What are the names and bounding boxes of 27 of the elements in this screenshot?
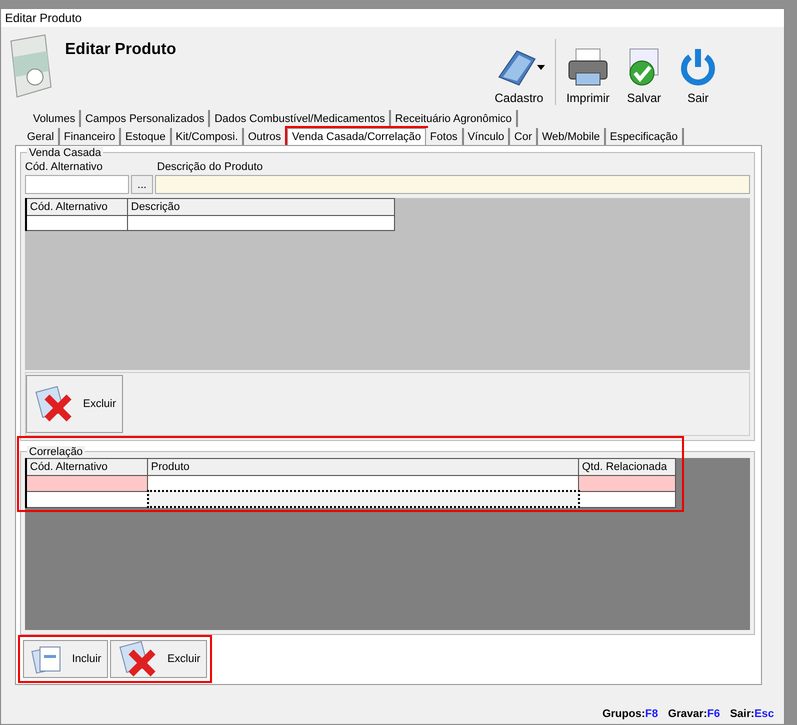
data-grid[interactable]: Cód. Alternativo Descrição bbox=[25, 198, 395, 231]
shortcut-hint: Sair:Esc bbox=[730, 708, 774, 720]
toolbar-button[interactable]: Salvar bbox=[616, 47, 672, 105]
shortcut-hint: Grupos:F8 bbox=[602, 708, 658, 720]
toolbar-button[interactable]: Cadastro bbox=[487, 47, 551, 105]
column-header[interactable]: Descrição bbox=[128, 198, 394, 216]
column-header[interactable]: Cód. Alternativo bbox=[26, 458, 148, 476]
data-grid[interactable]: Cód. Alternativo Produto Qtd. Relacionada bbox=[25, 458, 676, 508]
toolbar-button[interactable]: Sair bbox=[672, 47, 724, 105]
shortcut-hint: Gravar:F6 bbox=[668, 708, 720, 720]
group-title: Correlação bbox=[27, 446, 85, 458]
field-label: Cód. Alternativo bbox=[25, 161, 104, 173]
column-header[interactable]: Cód. Alternativo bbox=[26, 198, 128, 216]
column-header[interactable]: Produto bbox=[148, 458, 578, 476]
toolbar-button[interactable]: Imprimir bbox=[560, 47, 616, 105]
add-button[interactable]: Incluir bbox=[23, 640, 108, 678]
group-title: Venda Casada bbox=[27, 147, 104, 159]
tab[interactable]: Fotos bbox=[426, 128, 464, 145]
lookup-button[interactable]: ... bbox=[131, 175, 153, 194]
delete-button[interactable]: Excluir bbox=[110, 640, 208, 678]
delete-button[interactable]: Excluir bbox=[26, 375, 124, 433]
window-title: Editar Produto bbox=[5, 11, 82, 25]
tab[interactable]: Venda Casada/Correlação bbox=[287, 128, 426, 145]
tab[interactable]: Receituário Agronômico bbox=[391, 110, 518, 127]
column-header[interactable]: Qtd. Relacionada bbox=[578, 458, 676, 476]
page-title: Editar Produto bbox=[65, 41, 178, 59]
field-label: Descrição do Produto bbox=[157, 161, 263, 173]
